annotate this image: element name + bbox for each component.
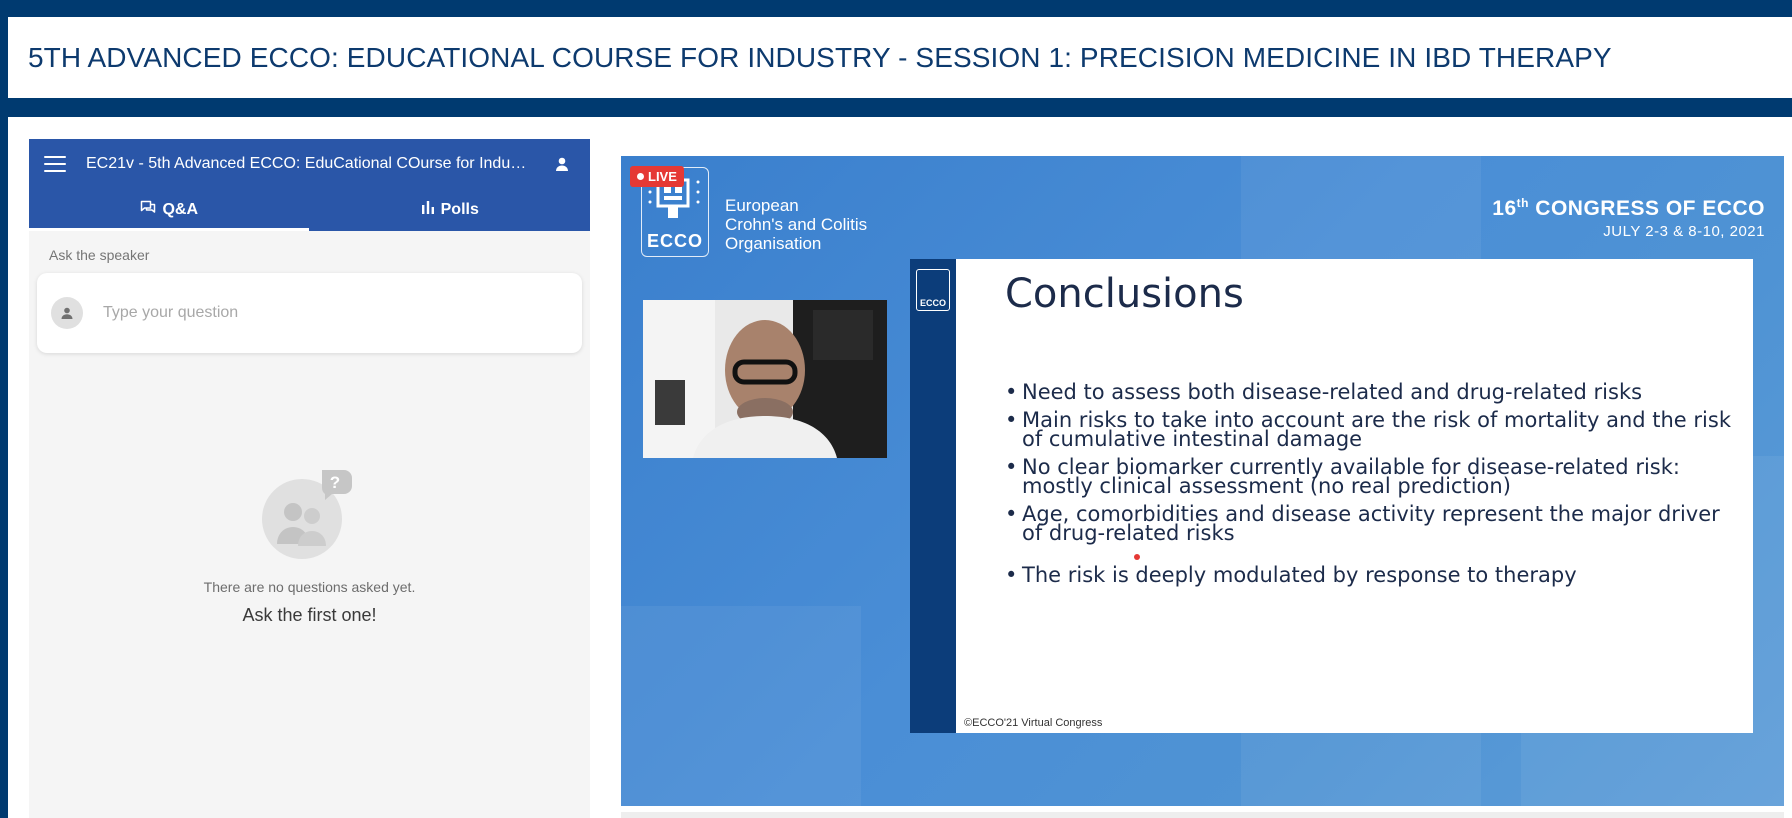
page-title: 5TH ADVANCED ECCO: EDUCATIONAL COURSE FO… <box>28 41 1612 73</box>
laser-pointer-dot <box>1134 554 1140 560</box>
ecco-logo-text: ECCO <box>646 231 703 251</box>
empty-state: ? There are no questions asked yet. Ask … <box>29 464 590 626</box>
menu-icon[interactable] <box>44 155 66 172</box>
slide-logo-text: ECCO <box>919 298 946 308</box>
qa-panel: EC21v - 5th Advanced ECCO: EduCational C… <box>29 139 590 818</box>
empty-cta: Ask the first one! <box>242 605 377 625</box>
question-card[interactable] <box>37 273 582 353</box>
congress-dates: JULY 2-3 & 8-10, 2021 <box>1603 223 1765 240</box>
congress-ordinal: 16 <box>1492 197 1517 220</box>
tab-polls-label: Polls <box>440 200 479 218</box>
slide-title: Conclusions <box>1005 271 1244 317</box>
qa-header: EC21v - 5th Advanced ECCO: EduCational C… <box>29 139 590 188</box>
live-badge: LIVE <box>630 166 684 187</box>
slide-bullet: The risk is deeply modulated by response… <box>1005 565 1745 586</box>
video-bottom-bar <box>621 812 1784 818</box>
slide-bullet: No clear biomarker currently available f… <box>1005 457 1745 497</box>
chat-bubbles-icon <box>140 200 156 219</box>
question-input[interactable] <box>103 304 568 322</box>
slide-sidebar: ECCO <box>910 259 956 733</box>
congress-suffix: th <box>1516 196 1529 210</box>
people-question-icon: ? <box>261 470 352 559</box>
slide-bullet: Need to assess both disease-related and … <box>1005 382 1745 403</box>
main-content: EC21v - 5th Advanced ECCO: EduCational C… <box>8 117 1792 818</box>
page-header: 5TH ADVANCED ECCO: EDUCATIONAL COURSE FO… <box>8 17 1792 98</box>
background-panel <box>621 606 861 806</box>
empty-message: There are no questions asked yet. <box>203 579 416 595</box>
live-label: LIVE <box>648 169 677 184</box>
user-icon[interactable] <box>550 152 574 176</box>
avatar <box>51 297 83 329</box>
slide-bullet: Main risks to take into account are the … <box>1005 410 1745 450</box>
org-line: Crohn's and Colitis <box>725 215 868 234</box>
presentation-slide: ECCO Conclusions Need to assess both dis… <box>910 259 1753 733</box>
question-mark: ? <box>329 473 339 492</box>
slide-bullet: Age, comorbidities and disease activity … <box>1005 504 1745 544</box>
video-player[interactable]: ECCO LIVE European Crohn's and Colitis O… <box>621 156 1784 806</box>
qa-tabs: Q&A Polls <box>29 188 590 231</box>
tab-polls[interactable]: Polls <box>310 188 591 231</box>
slide-bullets: Need to assess both disease-related and … <box>1005 382 1745 594</box>
speaker-webcam <box>643 300 887 458</box>
slide-ecco-logo: ECCO <box>916 269 950 311</box>
active-tab-indicator <box>29 228 309 231</box>
bar-chart-icon <box>421 200 435 219</box>
live-dot-icon <box>637 173 644 180</box>
ask-label: Ask the speaker <box>49 247 150 263</box>
org-line: European <box>725 196 799 215</box>
event-title: EC21v - 5th Advanced ECCO: EduCational C… <box>86 154 532 172</box>
org-line: Organisation <box>725 234 822 253</box>
org-name: European Crohn's and Colitis Organisatio… <box>725 196 867 253</box>
slide-footer: ©ECCO'21 Virtual Congress <box>964 717 1103 729</box>
tab-qa[interactable]: Q&A <box>29 188 310 231</box>
tab-qa-label: Q&A <box>162 200 199 218</box>
congress-name: CONGRESS OF ECCO <box>1535 197 1765 220</box>
congress-title: 16th CONGRESS OF ECCO JULY 2-3 & 8-10, 2… <box>1492 196 1765 240</box>
